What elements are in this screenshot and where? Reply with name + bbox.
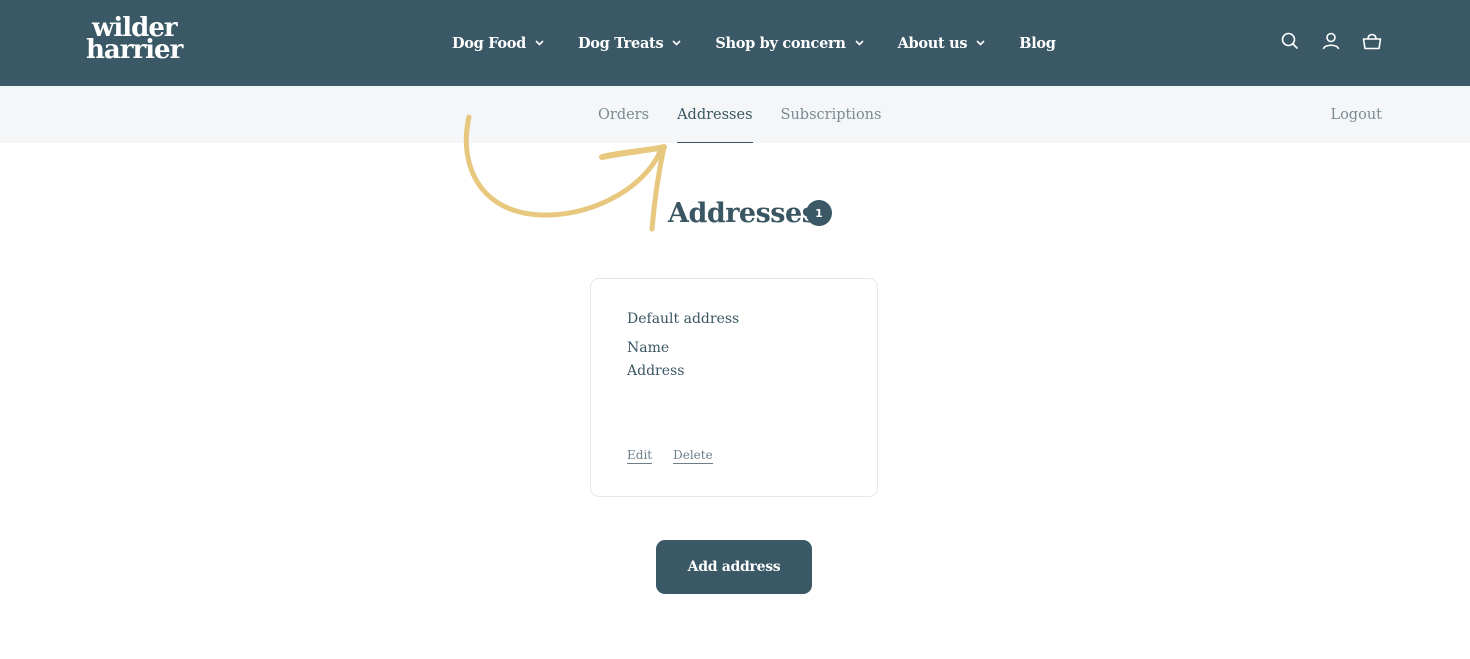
address-name: Name [627,340,670,356]
address-line: Address [627,363,685,379]
nav-item-label: Dog Food [452,34,527,52]
chevron-down-icon [976,40,985,46]
delete-address-link[interactable]: Delete [673,448,713,464]
nav-item-dog-food[interactable]: Dog Food [452,35,544,52]
chevron-down-icon [535,40,544,46]
nav-item-shop-by-concern[interactable]: Shop by concern [715,34,864,52]
chevron-down-icon [855,40,864,46]
edit-address-link[interactable]: Edit [627,448,653,464]
annotation-arrow-icon [463,114,667,232]
tab-addresses[interactable]: Addresses [677,86,753,143]
nav-item-dog-treats[interactable]: Dog Treats [578,35,681,52]
nav-item-label: Shop by concern [715,34,846,52]
nav-item-about-us[interactable]: About us [898,35,986,52]
tab-subscriptions[interactable]: Subscriptions [781,86,882,143]
page-title: Addresses [668,198,817,229]
chevron-down-icon [672,40,681,46]
address-card: Default address Name Address Edit Delete [590,278,878,497]
site-header: wilder harrier Dog Food Dog Treats Shop … [0,0,1470,86]
cart-icon[interactable] [1361,30,1383,52]
nav-item-label: About us [897,34,968,52]
header-actions [1279,30,1383,52]
account-icon[interactable] [1320,30,1342,52]
address-card-heading: Default address [627,311,740,327]
brand-logo-line2: harrier [86,35,183,65]
nav-item-blog[interactable]: Blog [1019,34,1056,52]
add-address-button[interactable]: Add address [656,540,812,594]
search-icon[interactable] [1279,30,1301,52]
address-card-actions: Edit Delete [627,448,734,464]
nav-item-label: Dog Treats [578,34,664,52]
main-nav: Dog Food Dog Treats Shop by concern Abou… [452,0,1056,86]
address-count-badge: 1 [806,200,832,226]
nav-item-label: Blog [1019,34,1056,52]
logout-link[interactable]: Logout [1330,86,1382,143]
account-nav: Orders Addresses Subscriptions Logout [0,86,1470,143]
brand-logo[interactable]: wilder harrier [86,15,196,67]
